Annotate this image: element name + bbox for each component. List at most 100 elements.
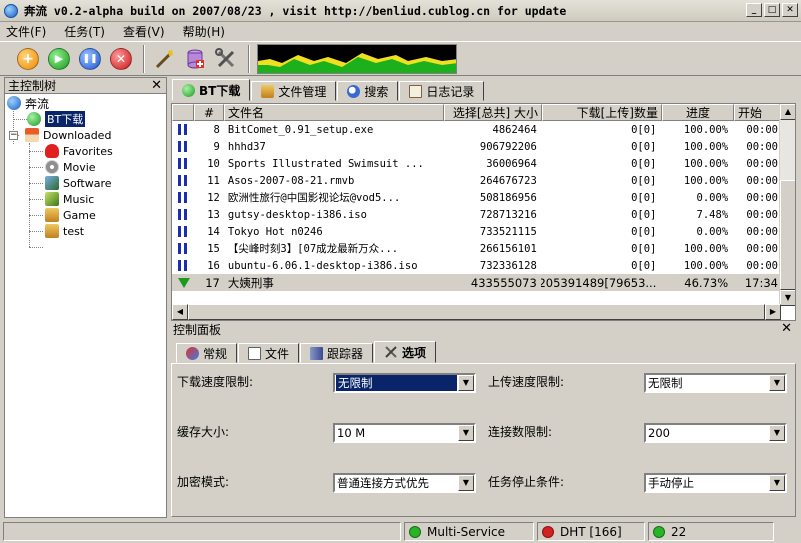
- chevron-down-icon[interactable]: ▼: [458, 425, 474, 441]
- scroll-thumb[interactable]: [780, 180, 795, 290]
- chevron-down-icon[interactable]: ▼: [769, 425, 785, 441]
- tab-log[interactable]: 日志记录: [399, 81, 485, 101]
- tab-label: 文件: [265, 346, 290, 361]
- table-row[interactable]: 13 gutsy-desktop-i386.iso 728713216 0[0] 7.4…: [172, 206, 782, 223]
- clean-button[interactable]: [150, 45, 178, 73]
- table-row[interactable]: 9 hhhd37 906792206 0[0] 100.00% 00:00: [172, 138, 782, 155]
- tab-search[interactable]: 搜索: [337, 81, 399, 101]
- folder-icon: [45, 208, 59, 222]
- menu-view[interactable]: 查看(V): [121, 23, 167, 40]
- tree-item-favorites[interactable]: Favorites: [45, 143, 113, 159]
- tab-trackers[interactable]: 跟踪器: [300, 343, 374, 363]
- start-button[interactable]: ▶: [45, 45, 73, 73]
- tree-label-software: Software: [63, 176, 112, 190]
- download-arrow-icon: [178, 277, 190, 288]
- scroll-thumb-horizontal[interactable]: [188, 304, 765, 320]
- column-start[interactable]: 开始: [734, 104, 784, 121]
- scroll-up-button[interactable]: ▲: [780, 104, 795, 120]
- tab-file-manager[interactable]: 文件管理: [251, 81, 337, 101]
- pause-icon: [178, 175, 187, 186]
- minimize-button[interactable]: _: [746, 3, 762, 17]
- downloaded-cell: 0[0]: [631, 242, 657, 255]
- column-number[interactable]: #: [194, 104, 224, 121]
- table-row[interactable]: 17 大姨刑事 433555073 205391489[79653... 46.73% 1…: [172, 274, 782, 291]
- filename-cell: Tokyo Hot n0246: [227, 225, 323, 238]
- settings-button[interactable]: [212, 45, 240, 73]
- column-filename[interactable]: 文件名: [224, 104, 444, 121]
- cache-size-select[interactable]: 10 M ▼: [333, 423, 476, 443]
- download-limit-value: 无限制: [336, 375, 457, 391]
- tree-expander[interactable]: −: [9, 131, 18, 140]
- database-button[interactable]: [181, 45, 209, 73]
- stop-condition-select[interactable]: 手动停止 ▼: [644, 473, 787, 493]
- horizontal-scrollbar[interactable]: ◀ ▶: [172, 304, 781, 320]
- table-row[interactable]: 8 BitComet_0.91_setup.exe 4862464 0[0] 100.0…: [172, 121, 782, 138]
- download-limit-select[interactable]: 无限制 ▼: [333, 373, 476, 393]
- pause-button[interactable]: ❚❚: [76, 45, 104, 73]
- size-cell: 732336128: [479, 259, 537, 272]
- tree-label-downloaded: Downloaded: [43, 128, 112, 142]
- chevron-down-icon[interactable]: ▼: [769, 475, 785, 491]
- scroll-right-button[interactable]: ▶: [765, 304, 781, 320]
- add-task-button[interactable]: +: [14, 45, 42, 73]
- tab-label: 文件管理: [278, 84, 327, 99]
- column-size[interactable]: 选择[总共] 大小: [444, 104, 542, 121]
- encryption-mode-select[interactable]: 普通连接方式优先 ▼: [333, 473, 476, 493]
- tree-item-software[interactable]: Software: [45, 175, 112, 191]
- pause-icon: [178, 158, 187, 169]
- menu-help[interactable]: 帮助(H): [181, 23, 227, 40]
- stop-button[interactable]: ✕: [107, 45, 135, 73]
- menu-task[interactable]: 任务(T): [62, 23, 107, 40]
- stop-condition-value: 手动停止: [648, 476, 694, 490]
- chevron-down-icon[interactable]: ▼: [458, 475, 474, 491]
- table-row[interactable]: 15 【尖峰时刻3】[07成龙最新万众... 266156101 0[0] 100.00…: [172, 240, 782, 257]
- table-row[interactable]: 14 Tokyo Hot n0246 733521115 0[0] 0.00% 00:00: [172, 223, 782, 240]
- folder-icon: [261, 84, 275, 98]
- downloaded-cell: 205391489[79653...: [540, 275, 657, 290]
- upload-limit-select[interactable]: 无限制 ▼: [644, 373, 787, 393]
- dht-label: DHT [166]: [560, 524, 622, 539]
- size-cell: 266156101: [479, 242, 537, 255]
- tab-files[interactable]: 文件: [238, 343, 300, 363]
- control-panel-close-button[interactable]: ✕: [781, 321, 792, 336]
- maximize-button[interactable]: □: [764, 3, 780, 17]
- close-button[interactable]: ✕: [782, 3, 798, 17]
- tree-item-root[interactable]: 奔流: [7, 95, 49, 111]
- connection-limit-select[interactable]: 200 ▼: [644, 423, 787, 443]
- menu-file[interactable]: 文件(F): [4, 23, 48, 40]
- table-row[interactable]: 16 ubuntu-6.06.1-desktop-i386.iso 73233612…: [172, 257, 782, 274]
- start-cell: 00:00: [746, 174, 778, 187]
- tree-line: [29, 247, 43, 248]
- title-bar: 奔流 v0.2-alpha build on 2007/08/23 , visi…: [0, 0, 801, 22]
- tab-general[interactable]: 常规: [176, 343, 238, 363]
- tree-item-test[interactable]: test: [45, 223, 84, 239]
- table-row[interactable]: 12 欧洲性旅行@中国影视论坛@vod5... 508186956 0[0] 0.00%…: [172, 189, 782, 206]
- main-tabs: BT下载 文件管理 搜索 日志记录: [172, 79, 485, 101]
- status-cell: [172, 206, 194, 223]
- tree-item-game[interactable]: Game: [45, 207, 96, 223]
- vertical-scrollbar[interactable]: ▲ ▼: [779, 104, 795, 306]
- speed-label: 22: [671, 524, 687, 539]
- tree-item-bt[interactable]: BT下载: [27, 111, 86, 127]
- chevron-down-icon[interactable]: ▼: [769, 375, 785, 391]
- tree-item-music[interactable]: Music: [45, 191, 94, 207]
- tree-item-movie[interactable]: Movie: [45, 159, 96, 175]
- table-row[interactable]: 11 Asos-2007-08-21.rmvb 264676723 0[0] 100.0…: [172, 172, 782, 189]
- table-row[interactable]: 10 Sports Illustrated Swimsuit ... 3600696…: [172, 155, 782, 172]
- scroll-down-button[interactable]: ▼: [780, 290, 795, 306]
- downloaded-cell: 0[0]: [631, 174, 657, 187]
- panel-close-button[interactable]: ✕: [151, 78, 162, 93]
- red-status-icon: [542, 525, 554, 538]
- tab-bt-download[interactable]: BT下载: [172, 79, 251, 101]
- tree-item-downloaded[interactable]: Downloaded: [25, 127, 111, 143]
- column-status[interactable]: [172, 104, 194, 121]
- tab-options[interactable]: 选项: [374, 341, 437, 363]
- scroll-track[interactable]: [780, 120, 795, 290]
- column-downloaded[interactable]: 下载[上传]数量: [542, 104, 662, 121]
- globe-icon: [7, 96, 21, 110]
- size-cell: 433555073: [470, 275, 537, 290]
- scroll-left-button[interactable]: ◀: [172, 304, 188, 320]
- menu-bar: 文件(F) 任务(T) 查看(V) 帮助(H): [0, 22, 801, 41]
- chevron-down-icon[interactable]: ▼: [458, 375, 474, 391]
- column-progress[interactable]: 进度: [662, 104, 734, 121]
